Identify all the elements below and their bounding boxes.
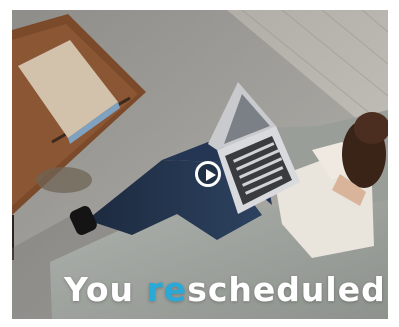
caption-suffix: scheduled — [187, 270, 386, 309]
play-button[interactable] — [195, 161, 221, 187]
caption-accent: re — [146, 270, 188, 309]
caption-prefix: You — [64, 270, 147, 309]
video-caption: You rescheduled — [64, 266, 388, 314]
play-icon — [206, 169, 216, 181]
video-player[interactable]: You rescheduled — [12, 10, 388, 319]
page-frame: You rescheduled — [0, 0, 399, 327]
